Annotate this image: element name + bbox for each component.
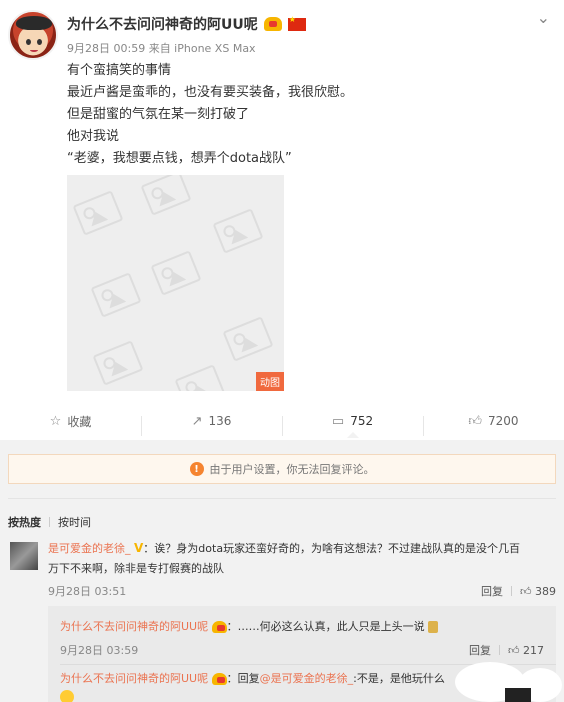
comment-like-count: 389 [535,584,556,598]
gif-badge: 动图 [256,372,284,391]
notice-text: 由于用户设置，你无法回复评论。 [209,463,375,476]
reply-author[interactable]: 为什么不去问问神奇的阿UU呢 [60,672,208,685]
comment-like-button[interactable]: 👍︎ 389 [520,585,556,598]
reply-meta: 9月28日 03:59 回复 👍︎ 217 [60,642,544,658]
comment-sort: 按热度 按时间 [8,514,91,530]
commenter-name[interactable]: 是可爱金的老徐_ [48,542,131,555]
comment-count: 752 [350,414,374,428]
comment-meta: 9月28日 03:51 回复 👍︎ 389 [48,583,556,599]
chevron-down-icon[interactable]: ⌄ [537,8,550,27]
verified-v-icon: V [134,541,144,555]
image-placeholder-icon [222,316,274,362]
author-avatar[interactable] [8,10,58,60]
post-content: 有个蛮搞笑的事情 最近卢酱是蛮乖的，也没有要买装备，我很欣慰。 但是甜蜜的气氛在… [67,60,353,170]
image-placeholder-icon [212,208,264,254]
commenter-avatar[interactable] [10,542,38,570]
comment-button[interactable]: ▭ 752 [282,413,423,438]
vip-crown-icon [211,673,227,685]
vip-crown-icon[interactable] [263,17,282,31]
post-line: 有个蛮搞笑的事情 [67,63,172,78]
image-placeholder-icon [90,272,142,318]
post-line: “老婆，我想要点钱，想弄个dota战队” [67,151,292,166]
action-bar: ☆ 收藏 ↗ 136 ▭ 752 👍︎ 7200 [0,405,564,438]
divider [49,517,50,527]
reply-button[interactable]: 回复 [481,583,503,599]
favorite-button[interactable]: ☆ 收藏 [0,413,141,430]
divider [499,645,500,655]
reply-like-count: 217 [523,643,544,657]
reply-like-button[interactable]: 👍︎ 217 [508,644,544,657]
thumbs-up-icon: 👍︎ [468,413,483,429]
emoji-icon [428,621,439,633]
china-flag-icon [287,15,306,31]
sort-by-hot[interactable]: 按热度 [8,514,41,530]
author-line: 为什么不去问问神奇的阿UU呢 [67,14,306,34]
star-icon: ☆ [49,413,62,429]
comment-icon: ▭ [331,413,345,429]
warning-icon: ! [189,462,204,476]
reply-button[interactable]: 回复 [469,642,491,658]
vip-crown-icon [211,621,227,633]
author-name[interactable]: 为什么不去问问神奇的阿UU呢 [67,14,258,34]
mention-link[interactable]: @是可爱金的老徐_ [260,672,354,685]
reply-prefix: ：回复 [226,672,260,685]
favorite-label: 收藏 [67,414,92,429]
reply-author[interactable]: 为什么不去问问神奇的阿UU呢 [60,620,208,633]
like-button[interactable]: 👍︎ 7200 [423,413,564,436]
repost-button[interactable]: ↗ 136 [141,413,282,436]
post-meta: 9月28日 00:59 来自 iPhone XS Max [67,42,256,55]
comment-text: 是可爱金的老徐_ V：诶？身为dota玩家还蛮好奇的，为啥有这想法？不过建战队真… [48,538,556,579]
image-placeholder-icon [150,250,202,296]
post-line: 最近卢酱是蛮乖的，也没有要买装备，我很欣慰。 [67,85,354,100]
post-line: 他对我说 [67,129,120,144]
image-placeholder-icon [72,190,124,236]
repost-count: 136 [208,414,232,428]
sort-by-time[interactable]: 按时间 [58,514,91,530]
image-placeholder-icon [140,175,192,216]
post-line: 但是甜蜜的气氛在某一刻打破了 [67,107,250,122]
reply-time: 9月28日 03:59 [60,644,139,657]
overlay-square [505,688,531,702]
comment-line: 万下不来啊，除非是专打假赛的战队 [48,562,224,575]
image-placeholder-icon [174,364,226,391]
comment-line: ：诶？身为dota玩家还蛮好奇的，为啥有这想法？不过建战队真的是没个几百 [143,542,521,555]
weibo-post: 为什么不去问问神奇的阿UU呢 ⌄ 9月28日 00:59 来自 iPhone X… [0,0,564,400]
reply-text: ：……何必这么认真，此人只是上头一说 [226,620,425,633]
thumbs-up-icon: 👍︎ [508,643,520,657]
divider [511,586,512,596]
like-count: 7200 [488,414,519,428]
reply-disabled-notice: ! 由于用户设置，你无法回复评论。 [8,454,556,484]
gif-image-placeholder[interactable]: 动图 [67,175,284,391]
smile-emoji-icon [60,690,74,702]
repost-icon: ↗ [191,413,203,429]
thumbs-up-icon: 👍︎ [520,584,532,598]
image-placeholder-icon [92,340,144,386]
reply-item: 为什么不去问问神奇的阿UU呢 ：回复@是可爱金的老徐_:不是，是他玩什么 [60,670,445,686]
divider [8,498,556,499]
reply-item: 为什么不去问问神奇的阿UU呢 ：……何必这么认真，此人只是上头一说 [60,618,439,634]
reply-text: :不是，是他玩什么 [353,672,445,685]
comment-time: 9月28日 03:51 [48,585,127,598]
